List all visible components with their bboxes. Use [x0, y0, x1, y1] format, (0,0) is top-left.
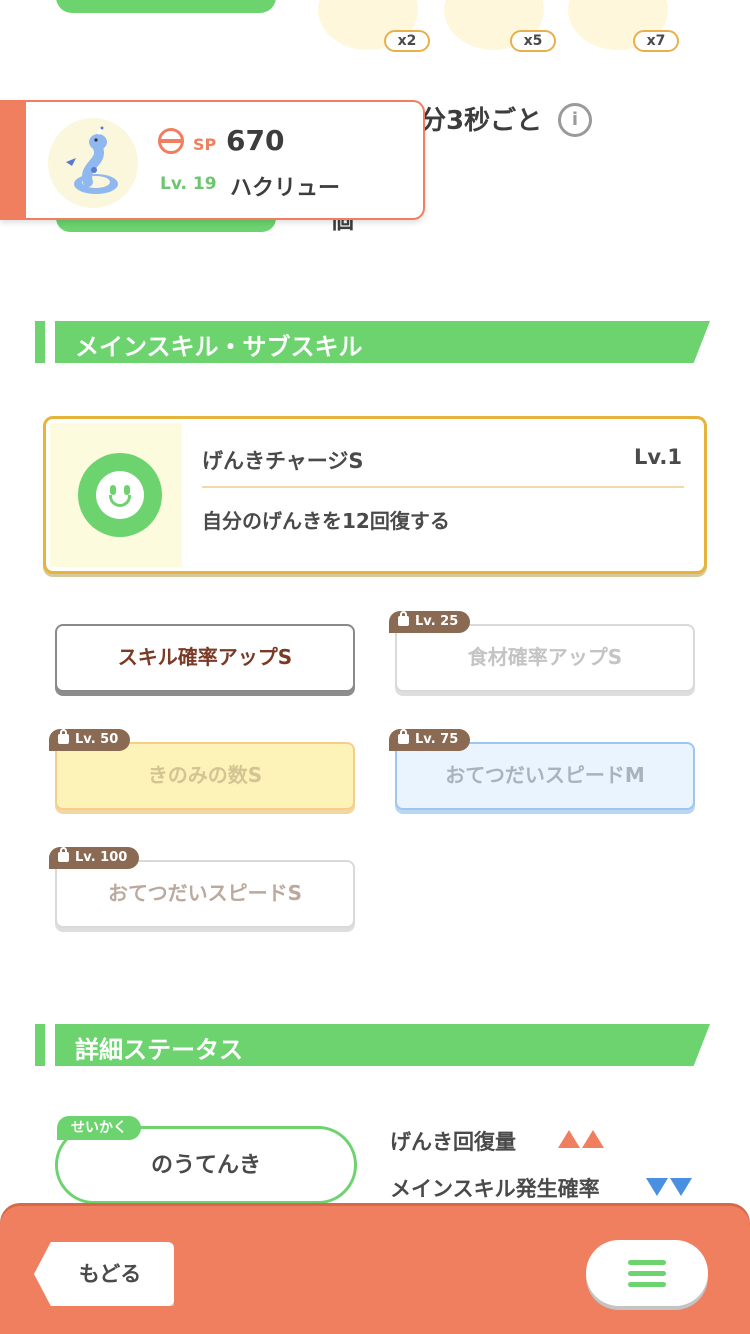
down-arrows-icon [646, 1178, 692, 1196]
lock-icon [58, 729, 69, 744]
berry-icon: ❦ [592, 0, 614, 6]
berry-icon: ❦ [342, 0, 364, 6]
berry-icon: ❦ [468, 0, 490, 6]
section-title: 詳細ステータス [75, 1036, 243, 1064]
status-section-header: 詳細ステータス [35, 1024, 710, 1066]
lock-icon [398, 729, 409, 744]
back-button[interactable]: もどる [34, 1242, 174, 1306]
sp-value: 670 [226, 124, 285, 157]
nature-down-stat: メインスキル発生確率 [390, 1177, 600, 1201]
section-title: メインスキル・サブスキル [75, 333, 363, 361]
lock-level-tag: Lv. 100 [49, 847, 140, 869]
main-skill-level: Lv.1 [634, 445, 682, 469]
dragonair-icon [66, 126, 118, 194]
main-skill-card[interactable]: げんきチャージS Lv.1 自分のげんきを12回復する [43, 416, 707, 574]
lock-level-tag: Lv. 75 [389, 729, 471, 751]
divider [202, 486, 684, 488]
up-arrows-icon [558, 1130, 604, 1148]
pokemon-summary-card[interactable]: SP 670 Lv. 19 ハクリュー [0, 100, 425, 220]
green-pill-button[interactable] [56, 0, 276, 13]
sp-label: SP [193, 135, 217, 154]
card-stripe [0, 102, 26, 218]
quantity-badge: x2 [384, 30, 430, 52]
genki-smile-icon [78, 453, 162, 537]
bottom-navigation-bar: もどる [0, 1206, 750, 1334]
hamburger-menu-icon [628, 1260, 666, 1265]
lock-icon [58, 847, 69, 862]
main-skill-description: 自分のげんきを12回復する [202, 509, 450, 533]
quantity-badge: x5 [510, 30, 556, 52]
nature-tag: せいかく [57, 1116, 141, 1140]
nature-up-stat: げんき回復量 [390, 1130, 516, 1154]
pokemon-level: Lv. 19 [160, 174, 217, 194]
quantity-badge: x7 [633, 30, 679, 52]
menu-button[interactable] [586, 1240, 708, 1306]
sub-skill-5[interactable]: おてつだいスピードS [55, 860, 355, 928]
sub-skill-1[interactable]: スキル確率アップS [55, 624, 355, 692]
lock-level-tag: Lv. 25 [389, 611, 471, 633]
lock-level-tag: Lv. 50 [49, 729, 131, 751]
sub-skill-2[interactable]: 食材確率アップS [395, 624, 695, 692]
pokemon-avatar [48, 118, 138, 208]
skills-section-header: メインスキル・サブスキル [35, 321, 710, 363]
pokemon-name: ハクリュー [230, 176, 341, 201]
interval-text: 分3秒ごと [420, 106, 543, 136]
sub-skill-4[interactable]: おてつだいスピードM [395, 742, 695, 810]
sp-icon [158, 128, 184, 154]
info-icon[interactable]: i [558, 103, 592, 137]
sub-skill-3[interactable]: きのみの数S [55, 742, 355, 810]
lock-icon [398, 611, 409, 626]
main-skill-name: げんきチャージS [202, 449, 364, 473]
